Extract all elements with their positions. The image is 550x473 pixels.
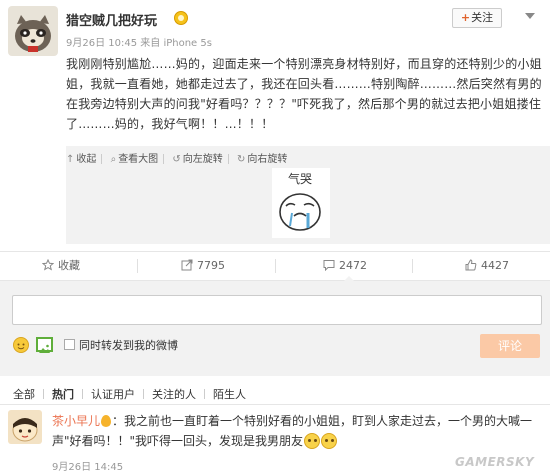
post-meta: 9月26日 10:45 来自 iPhone 5s <box>66 38 212 49</box>
post-action-bar: 收藏 7795 2472 4427 <box>0 251 550 281</box>
star-icon <box>41 254 55 271</box>
divider <box>43 389 44 399</box>
comment-username[interactable]: 茶小早儿 <box>52 414 100 428</box>
divider <box>137 259 138 273</box>
view-large-label: 查看大图 <box>118 154 159 165</box>
post-text: 我刚刚特别尴尬……妈的，迎面走来一个特别漂亮身材特别好，而且穿的还特别少的小姐姐… <box>66 57 542 131</box>
divider <box>143 389 144 399</box>
rotate-left-button[interactable]: ↺ 向左旋转 <box>172 150 222 165</box>
emoji-face-icon <box>304 433 321 449</box>
rotate-right-button[interactable]: ↻ 向右旋转 <box>237 150 287 165</box>
collapse-label: 收起 <box>76 154 97 165</box>
rotate-right-label: 向右旋转 <box>247 154 288 165</box>
follow-label: 关注 <box>471 11 494 24</box>
post-username[interactable]: 猎空贼几把好玩 <box>66 10 157 29</box>
comment-text: ：我之前也一直盯着一个特别好看的小姐姐，盯到人家走过去，一个男的大喊一声"好看吗… <box>52 414 533 448</box>
follow-button[interactable]: +关注 <box>452 8 502 28</box>
comment-count: 2472 <box>339 259 367 272</box>
emoji-face-icon <box>321 433 338 449</box>
emoji-icon[interactable] <box>13 337 29 353</box>
repost-button[interactable]: 7795 <box>181 252 225 280</box>
thumbs-up-icon <box>465 254 477 271</box>
vip-badge-icon <box>174 11 188 25</box>
rotate-right-icon: ↻ <box>236 154 246 165</box>
favorite-label: 收藏 <box>58 259 80 272</box>
tab-all[interactable]: 全部 <box>13 386 35 402</box>
rotate-left-label: 向左旋转 <box>182 154 223 165</box>
crying-face-icon <box>279 193 321 231</box>
like-button[interactable]: 4427 <box>465 252 509 280</box>
arrow-up-icon: ↑ <box>66 154 75 165</box>
repost-checkbox[interactable] <box>64 339 75 350</box>
divider <box>82 389 83 399</box>
raccoon-avatar-icon <box>8 6 58 56</box>
image-upload-icon[interactable] <box>36 337 53 353</box>
divider <box>412 259 413 273</box>
badge-icon <box>101 415 112 427</box>
plus-icon: + <box>460 11 471 24</box>
submit-comment-button[interactable]: 评论 <box>480 334 540 358</box>
view-large-button[interactable]: ⌕ 查看大图 <box>111 150 159 165</box>
comment-filter-tabs: 全部 热门 认证用户 关注的人 陌生人 <box>0 386 550 403</box>
rotate-left-icon: ↺ <box>172 154 181 165</box>
collapse-button[interactable]: ↑ 收起 <box>66 150 96 165</box>
comment-input[interactable] <box>12 295 542 325</box>
comment-composer: 同时转发到我的微博 评论 <box>0 281 550 376</box>
tab-following[interactable]: 关注的人 <box>152 386 196 402</box>
tab-strangers[interactable]: 陌生人 <box>213 386 246 402</box>
divider <box>0 404 550 405</box>
media-toolbar: ↑ 收起 ⌕ 查看大图 ↺ 向左旋转 ↻ 向右旋转 <box>66 150 292 166</box>
tab-hot[interactable]: 热门 <box>52 386 74 402</box>
user-avatar[interactable] <box>8 6 58 56</box>
divider <box>101 154 103 164</box>
watermark: GAMERSKY <box>455 455 535 469</box>
like-count: 4427 <box>481 259 509 272</box>
divider <box>204 389 205 399</box>
favorite-button[interactable]: 收藏 <box>41 252 80 280</box>
repost-checkbox-label: 同时转发到我的微博 <box>79 339 178 352</box>
comment-time: 9月26日 14:45 <box>52 462 124 473</box>
comment-avatar[interactable] <box>8 410 42 444</box>
tab-verified[interactable]: 认证用户 <box>91 386 135 402</box>
sticker-image[interactable]: 气哭 <box>272 168 330 238</box>
magnifier-icon: ⌕ <box>110 154 117 165</box>
repost-count: 7795 <box>197 259 225 272</box>
comment-bubble-icon <box>323 254 335 272</box>
chevron-down-icon[interactable] <box>525 13 535 19</box>
divider <box>227 154 229 164</box>
divider <box>275 259 276 273</box>
divider <box>163 154 165 164</box>
media-panel: ↑ 收起 ⌕ 查看大图 ↺ 向左旋转 ↻ 向右旋转 气哭 <box>66 146 550 244</box>
cartoon-avatar-icon <box>8 410 42 444</box>
share-icon <box>181 254 193 271</box>
comment-body: 茶小早儿 ：我之前也一直盯着一个特别好看的小姐姐，盯到人家走过去，一个男的大喊一声… <box>52 411 548 451</box>
